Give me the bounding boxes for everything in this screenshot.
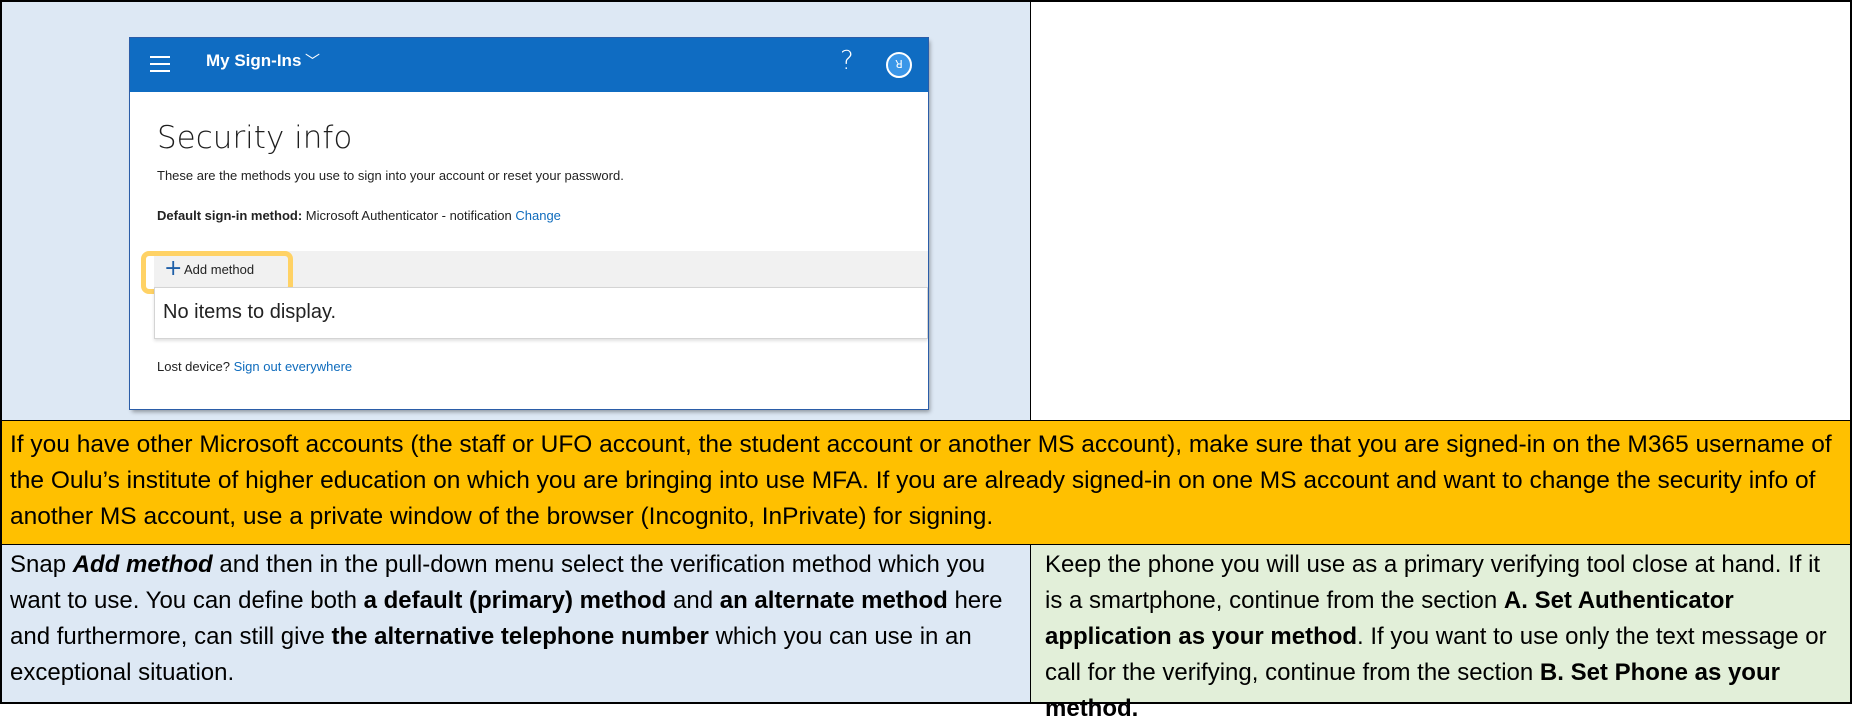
instr-text-3: and [666,587,720,614]
sign-out-everywhere-link[interactable]: Sign out everywhere [234,359,353,374]
screenshot-cell: My Sign-Ins ﹀ ? ꓤ Security info These ar… [0,0,1031,421]
instr-default-method: a default (primary) method [363,587,667,614]
accounts-note: If you have other Microsoft accounts (th… [0,420,1852,545]
instr-alternate-method: an alternate method [719,587,948,614]
instr-text-1: Snap [10,551,73,578]
default-method-value: Microsoft Authenticator - notification [305,208,512,223]
no-items-message: No items to display. [163,301,337,323]
hamburger-menu-icon[interactable] [150,56,170,72]
add-method-instructions: Snap Add method and then in the pull-dow… [0,544,1031,704]
methods-list: No items to display. [154,287,928,339]
app-header-bar: My Sign-Ins ﹀ ? ꓤ [130,38,928,92]
plus-icon[interactable]: + [164,256,182,281]
help-icon[interactable]: ? [840,46,854,76]
default-method-label: Default sign-in method: [157,208,303,223]
my-signins-screenshot: My Sign-Ins ﹀ ? ꓤ Security info These ar… [130,38,928,409]
document-page: My Sign-Ins ﹀ ? ꓤ Security info These ar… [0,0,1852,722]
lost-device-line: Lost device? Sign out everywhere [157,359,352,374]
app-title[interactable]: My Sign-Ins [206,51,301,71]
security-info-heading: Security info [157,120,353,156]
change-link[interactable]: Change [515,208,561,223]
avatar-icon[interactable]: ꓤ [886,52,912,78]
default-signin-method: Default sign-in method: Microsoft Authen… [157,208,561,223]
security-info-description: These are the methods you use to sign in… [157,168,624,183]
accounts-note-text: If you have other Microsoft accounts (th… [10,431,1832,530]
add-method-button[interactable]: Add method [184,262,254,277]
instr-add-method: Add method [72,551,213,578]
chevron-down-icon[interactable]: ﹀ [305,50,320,71]
instr-alt-phone: the alternative telephone number [331,623,709,650]
lost-device-label: Lost device? [157,359,230,374]
phone-instructions: Keep the phone you will use as a primary… [1030,544,1852,722]
empty-cell [1030,0,1852,421]
